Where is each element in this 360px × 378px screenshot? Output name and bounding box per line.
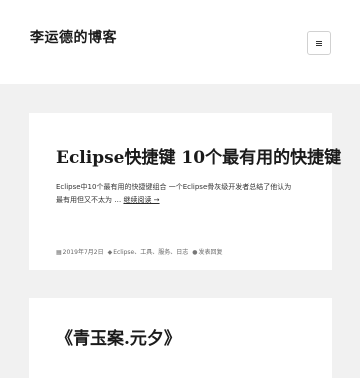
comment-icon: ● [192, 249, 198, 256]
post-date[interactable]: ▦2019年7月2日 [56, 247, 104, 256]
tag-icon: ◆ [107, 249, 113, 256]
post-card: Eclipse快捷键 10个最有用的快捷键 Eclipse中10个最有用的快捷键… [29, 113, 341, 270]
hamburger-menu-icon [316, 40, 322, 46]
comment-link[interactable]: ●发表回复 [192, 247, 222, 256]
post-excerpt: Eclipse中10个最有用的快捷键组合 一个Eclipse骨灰级开发者总结了他… [56, 181, 308, 207]
comment-link-text: 发表回复 [198, 249, 223, 256]
post-tags-text: Eclipse、工具、服务、日志 [113, 249, 189, 256]
menu-toggle-button[interactable] [307, 31, 331, 55]
post-date-text: 2019年7月2日 [62, 249, 104, 256]
post-title[interactable]: Eclipse快捷键 10个最有用的快捷键 [56, 143, 341, 168]
post-tags[interactable]: ◆Eclipse、工具、服务、日志 [108, 247, 189, 256]
post-card: 《青玉案.元夕》 [29, 298, 332, 378]
excerpt-line: Eclipse中10个最有用的快捷键组合 一个Eclipse骨灰级开发者总结了他… [56, 183, 292, 191]
post-title[interactable]: 《青玉案.元夕》 [56, 324, 181, 349]
excerpt-line: 最有用但又不太为 … [56, 196, 124, 204]
calendar-icon: ▦ [56, 249, 62, 256]
site-header: 李运德的博客 [0, 0, 360, 84]
site-title[interactable]: 李运德的博客 [30, 27, 117, 47]
entry-footer: ▦2019年7月2日 ◆Eclipse、工具、服务、日志 ●发表回复 [56, 247, 223, 256]
continue-reading-link[interactable]: 继续阅读 → [123, 196, 159, 204]
